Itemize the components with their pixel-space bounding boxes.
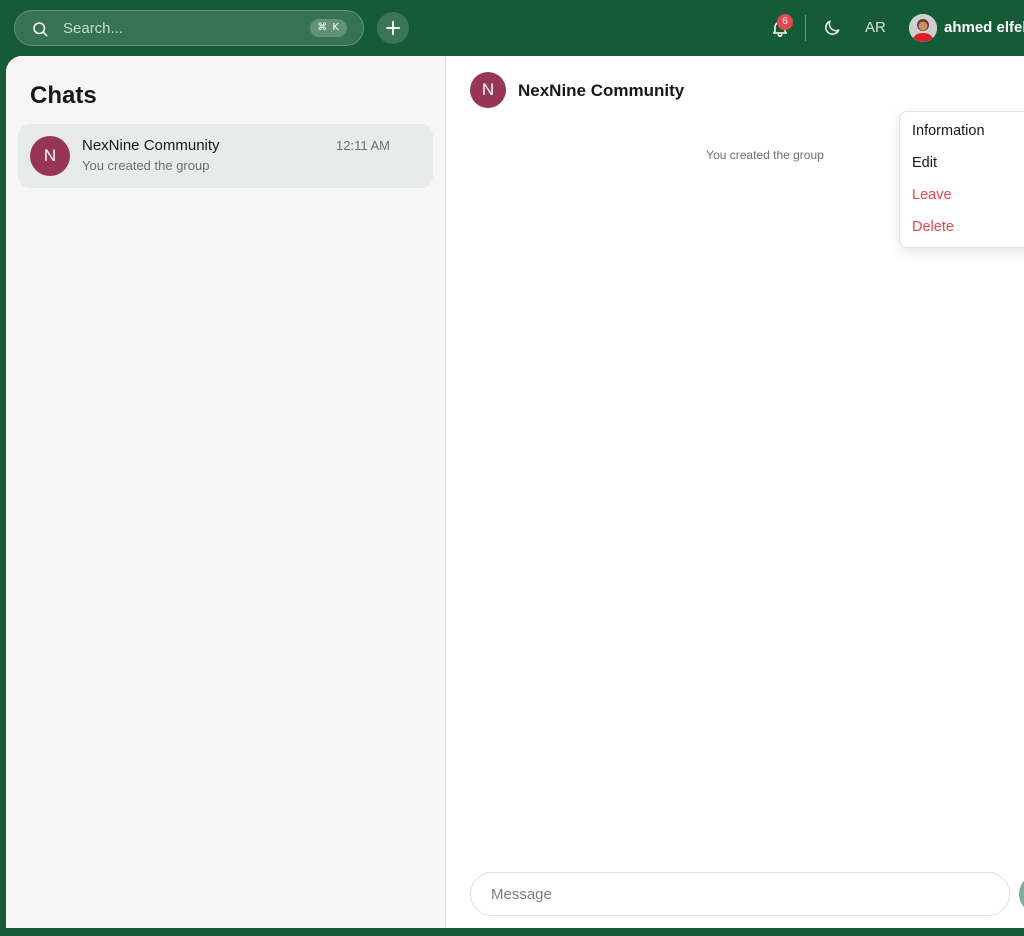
menu-item-edit[interactable]: Edit: [912, 155, 937, 171]
conversation-title[interactable]: NexNine Community: [518, 81, 684, 101]
message-input[interactable]: Message: [470, 872, 1010, 916]
search-shortcut-badge: ⌘ K: [310, 19, 347, 37]
chat-name: NexNine Community: [82, 137, 220, 154]
message-placeholder: Message: [491, 886, 552, 903]
page-title: Chats: [30, 82, 97, 109]
menu-item-delete[interactable]: Delete: [912, 219, 954, 235]
new-chat-button[interactable]: [377, 12, 409, 44]
search-input[interactable]: Search... ⌘ K: [14, 10, 364, 46]
user-name[interactable]: ahmed elfek: [944, 19, 1024, 36]
dark-mode-toggle-icon[interactable]: [822, 18, 842, 38]
send-button[interactable]: [1019, 874, 1024, 914]
chats-sidebar: Chats N NexNine Community 12:11 AM You c…: [6, 56, 446, 928]
main-panel: Chats N NexNine Community 12:11 AM You c…: [6, 56, 1024, 928]
divider: [805, 15, 806, 41]
menu-item-information[interactable]: Information: [912, 123, 985, 139]
search-placeholder: Search...: [63, 20, 124, 37]
menu-item-leave[interactable]: Leave: [912, 187, 952, 203]
user-avatar[interactable]: [909, 14, 937, 42]
conversation-avatar[interactable]: N: [470, 72, 506, 108]
chat-avatar: N: [30, 136, 70, 176]
language-toggle[interactable]: AR: [865, 19, 886, 36]
conversation-options-menu: Information Edit Leave Delete: [899, 111, 1024, 248]
chat-time: 12:11 AM: [336, 138, 390, 153]
chat-list-item[interactable]: N NexNine Community 12:11 AM You created…: [18, 124, 433, 188]
plus-icon: [386, 21, 400, 35]
top-bar: Search... ⌘ K 6 AR ahmed elfek: [0, 0, 1024, 56]
notifications-count-badge: 6: [777, 14, 793, 30]
chat-preview: You created the group: [82, 158, 210, 173]
user-photo-icon: [909, 14, 937, 42]
search-icon: [33, 22, 48, 37]
